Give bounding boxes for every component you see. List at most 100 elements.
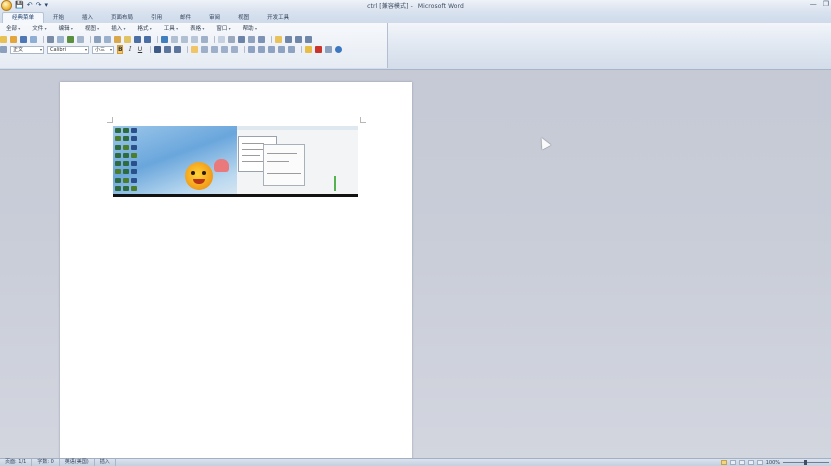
web-layout-view-button[interactable]: [738, 460, 745, 465]
help-icon[interactable]: [285, 36, 292, 43]
underline-button[interactable]: U: [137, 46, 143, 53]
drawing-icon[interactable]: [218, 36, 225, 43]
char-scale-icon[interactable]: [325, 46, 332, 53]
find-icon[interactable]: [295, 36, 302, 43]
tab-insert[interactable]: 插入: [73, 12, 102, 23]
highlight-color-icon[interactable]: [305, 46, 312, 53]
title-bar: 💾 ↶ ↷ ▾ ctrl [兼容模式] - Microsoft Word — ❐: [0, 0, 831, 11]
outline-view-button[interactable]: [747, 460, 754, 465]
classic-menu-panel: 全部 文件 编辑 视图 插入 格式 工具 表格 窗口 帮助: [0, 23, 388, 68]
grow-font-icon[interactable]: [164, 46, 171, 53]
line-spacing-icon[interactable]: [248, 46, 255, 53]
distribute-icon[interactable]: [231, 46, 238, 53]
open-folder-icon[interactable]: [10, 36, 17, 43]
separator: [157, 36, 158, 43]
shrink-font-icon[interactable]: [174, 46, 181, 53]
status-insert-mode[interactable]: 插入: [95, 459, 116, 466]
tab-mailings[interactable]: 邮件: [171, 12, 200, 23]
decrease-indent-icon[interactable]: [278, 46, 285, 53]
separator: [271, 36, 272, 43]
spelling-icon[interactable]: [67, 36, 74, 43]
menu-edit[interactable]: 编辑: [53, 24, 79, 33]
align-center-icon[interactable]: [201, 46, 208, 53]
numbering-icon[interactable]: [258, 46, 265, 53]
status-word-count[interactable]: 字数: 0: [32, 459, 60, 466]
formatting-toolbar: 正文 Calibri 小三 B I U: [0, 45, 345, 54]
format-painter-icon[interactable]: [124, 36, 131, 43]
read-icon[interactable]: [258, 36, 265, 43]
menu-tools[interactable]: 工具: [158, 24, 184, 33]
full-screen-view-button[interactable]: [729, 460, 736, 465]
research-icon[interactable]: [77, 36, 84, 43]
status-language[interactable]: 英语(美国): [60, 459, 95, 466]
tab-view[interactable]: 视图: [229, 12, 258, 23]
zoom-slider[interactable]: [783, 460, 829, 465]
style-select[interactable]: 正文: [10, 45, 44, 54]
cut-icon[interactable]: [94, 36, 101, 43]
replace-icon[interactable]: [305, 36, 312, 43]
zoom-icon[interactable]: [248, 36, 255, 43]
align-right-icon[interactable]: [211, 46, 218, 53]
columns-icon[interactable]: [201, 36, 208, 43]
menu-file[interactable]: 文件: [26, 24, 52, 33]
tab-developer[interactable]: 开发工具: [258, 12, 298, 23]
undo-icon[interactable]: [134, 36, 141, 43]
draft-view-button[interactable]: [756, 460, 763, 465]
view-zoom-controls: 100%: [720, 459, 829, 466]
embedded-screenshot-image[interactable]: [113, 126, 358, 197]
menu-format[interactable]: 格式: [131, 24, 157, 33]
insert-table-icon[interactable]: [181, 36, 188, 43]
menu-help[interactable]: 帮助: [237, 24, 263, 33]
help-circle-icon[interactable]: [335, 46, 342, 53]
print-preview-icon[interactable]: [57, 36, 64, 43]
menu-window[interactable]: 窗口: [210, 24, 236, 33]
redo-icon[interactable]: [144, 36, 151, 43]
save-icon[interactable]: [20, 36, 27, 43]
font-select[interactable]: Calibri: [47, 45, 89, 54]
zoom-slider-thumb[interactable]: [804, 460, 807, 465]
hyperlink-icon[interactable]: [161, 36, 168, 43]
insert-excel-icon[interactable]: [191, 36, 198, 43]
show-hide-icon[interactable]: [238, 36, 245, 43]
align-left-icon[interactable]: [191, 46, 198, 53]
restore-button[interactable]: ❐: [823, 0, 829, 8]
bullets-icon[interactable]: [268, 46, 275, 53]
justify-icon[interactable]: [221, 46, 228, 53]
tab-classic-menu[interactable]: 经典菜单: [2, 12, 45, 23]
document-page[interactable]: [60, 82, 412, 462]
italic-button[interactable]: I: [127, 46, 133, 53]
menu-table[interactable]: 表格: [184, 24, 210, 33]
copy-icon[interactable]: [104, 36, 111, 43]
highlight-icon[interactable]: [275, 36, 282, 43]
tab-references[interactable]: 引用: [142, 12, 171, 23]
menu-all[interactable]: 全部: [0, 24, 26, 33]
tab-home[interactable]: 开始: [44, 12, 73, 23]
paste-icon[interactable]: [114, 36, 121, 43]
status-page[interactable]: 页面: 1/1: [0, 459, 33, 466]
tab-review[interactable]: 审阅: [200, 12, 229, 23]
title-separator: -: [408, 3, 415, 10]
font-color-icon[interactable]: [315, 46, 322, 53]
menu-insert[interactable]: 插入: [105, 24, 131, 33]
print-layout-view-button[interactable]: [720, 460, 727, 465]
menu-bar: 全部 文件 编辑 视图 插入 格式 工具 表格 窗口 帮助: [0, 24, 263, 33]
window-controls: — ❐: [810, 0, 829, 8]
embedded-green-bar: [334, 176, 336, 191]
tables-borders-icon[interactable]: [171, 36, 178, 43]
minimize-button[interactable]: —: [810, 0, 817, 8]
print-icon[interactable]: [47, 36, 54, 43]
increase-indent-icon[interactable]: [288, 46, 295, 53]
styles-icon[interactable]: [0, 46, 7, 53]
new-document-icon[interactable]: [0, 36, 7, 43]
embedded-taskbar: [113, 194, 358, 197]
crop-mark-top-right: [360, 117, 366, 123]
email-icon[interactable]: [30, 36, 37, 43]
tab-page-layout[interactable]: 页面布局: [102, 12, 142, 23]
zoom-level[interactable]: 100%: [766, 460, 780, 466]
bold-button[interactable]: B: [117, 45, 123, 54]
menu-view[interactable]: 视图: [79, 24, 105, 33]
font-size-select[interactable]: 小三: [92, 45, 114, 54]
font-color-a-icon[interactable]: [154, 46, 161, 53]
document-name: ctrl [兼容模式]: [367, 3, 409, 10]
document-map-icon[interactable]: [228, 36, 235, 43]
